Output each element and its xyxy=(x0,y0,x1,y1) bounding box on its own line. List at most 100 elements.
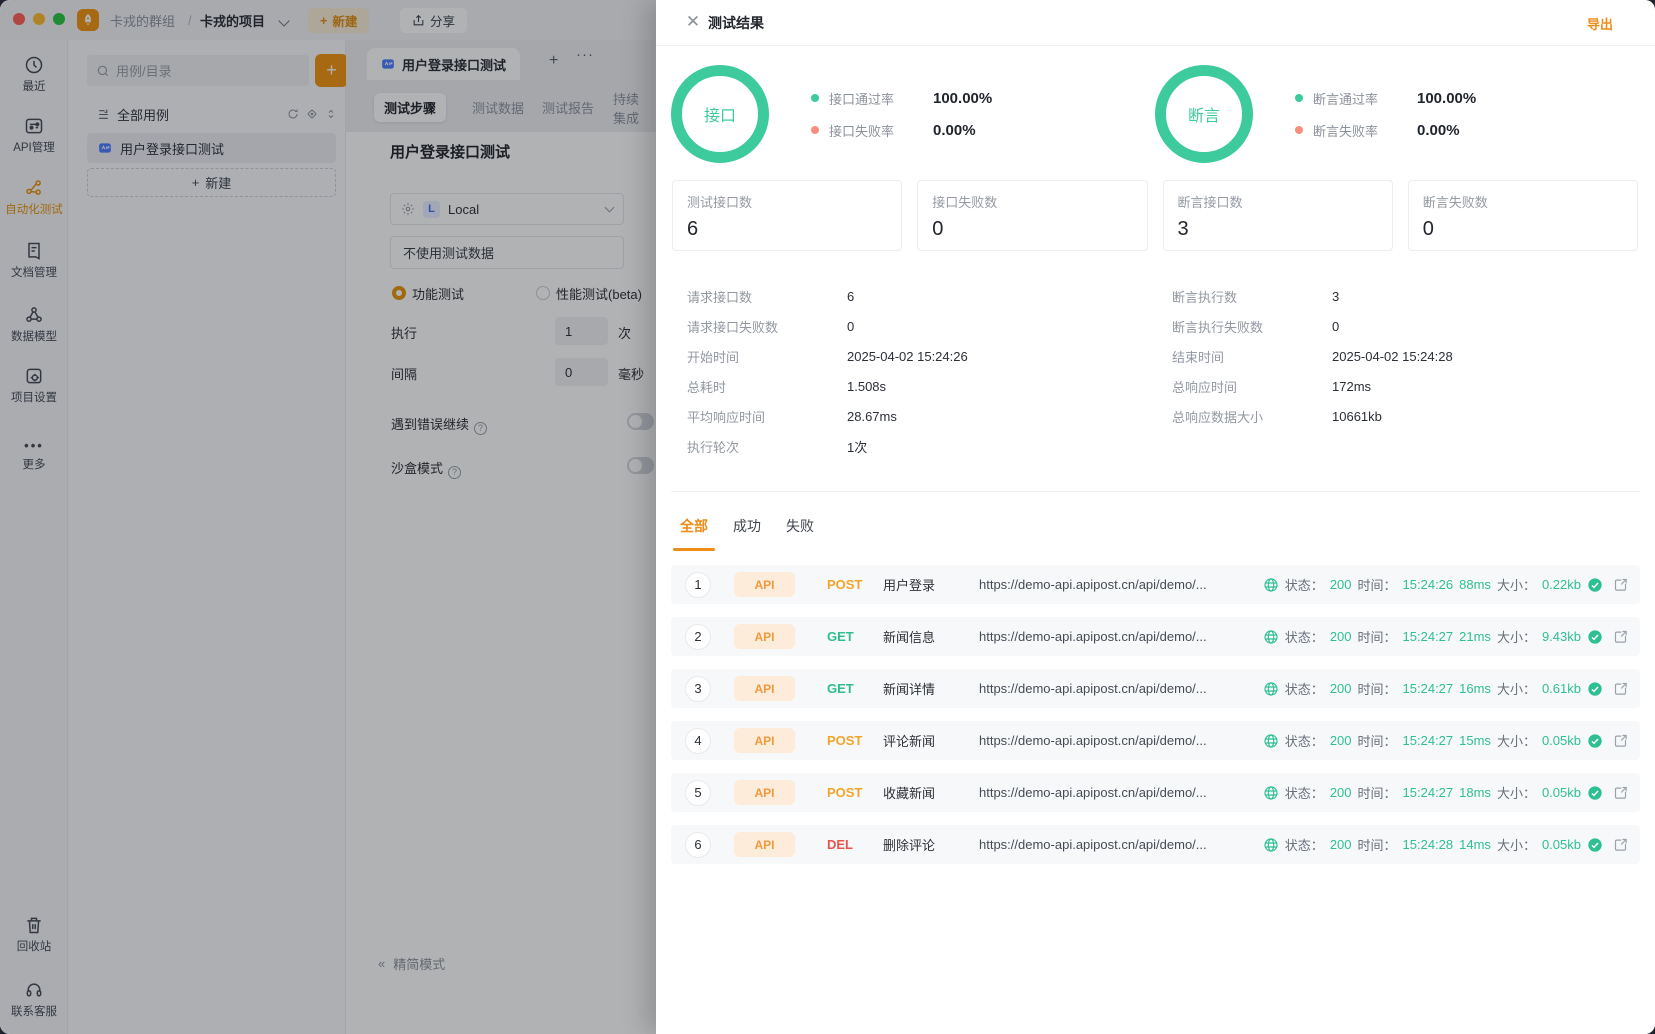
request-duration: 21ms xyxy=(1459,629,1491,644)
request-duration: 18ms xyxy=(1459,785,1491,800)
http-method: POST xyxy=(827,785,863,800)
stat-card: 断言失败数 0 xyxy=(1407,180,1638,251)
api-url: https://demo-api.apipost.cn/api/demo/... xyxy=(979,629,1207,644)
api-badge: API xyxy=(734,676,795,701)
http-method: GET xyxy=(827,629,854,644)
api-badge: API xyxy=(734,728,795,753)
api-url: https://demo-api.apipost.cn/api/demo/... xyxy=(979,733,1207,748)
request-time: 15:24:28 xyxy=(1402,837,1454,852)
api-gauge-legend: 接口通过率 100.00% 接口失败率 0.00% xyxy=(811,82,992,146)
row-index: 3 xyxy=(685,675,711,702)
divider xyxy=(671,491,1640,492)
assert-gauge: 断言 xyxy=(1155,65,1253,163)
api-name: 删除评论 xyxy=(883,838,936,853)
api-name: 用户登录 xyxy=(883,578,936,593)
check-circle-icon xyxy=(1588,733,1602,748)
request-duration: 88ms xyxy=(1459,577,1491,592)
response-size: 0.61kb xyxy=(1541,681,1581,696)
open-report-icon[interactable] xyxy=(1613,629,1628,644)
details-left-column: 请求接口数 6 请求接口失败数 0 开始时间 2025-04-02 15:24:… xyxy=(687,281,968,461)
row-index: 5 xyxy=(685,779,711,806)
open-report-icon[interactable] xyxy=(1613,577,1628,592)
api-gauge: 接口 xyxy=(671,65,769,163)
fail-dot-icon xyxy=(811,126,819,134)
stat-card: 断言接口数 3 xyxy=(1162,180,1393,251)
detail-row: 总耗时 1.508s xyxy=(687,378,887,395)
result-row[interactable]: 5 API POST 收藏新闻 https://demo-api.apipost… xyxy=(671,773,1640,812)
request-duration: 14ms xyxy=(1459,837,1491,852)
status-code: 200 xyxy=(1329,837,1352,852)
app-background: 卡戎的群组 / 卡戎的项目 + 新建 分享 最近 API管理 自动化测试 文档管… xyxy=(0,0,656,1034)
row-index: 6 xyxy=(685,831,711,858)
fail-dot-icon xyxy=(1295,126,1303,134)
api-url: https://demo-api.apipost.cn/api/demo/... xyxy=(979,785,1207,800)
request-time: 15:24:27 xyxy=(1402,785,1454,800)
tab-success[interactable]: 成功 xyxy=(733,516,761,536)
response-size: 0.05kb xyxy=(1541,785,1581,800)
request-duration: 15ms xyxy=(1459,733,1491,748)
modal-title: 测试结果 xyxy=(708,15,764,31)
api-name: 新闻信息 xyxy=(883,630,936,645)
export-button[interactable]: 导出 xyxy=(1587,0,1613,46)
detail-row: 请求接口数 6 xyxy=(687,288,855,305)
api-url: https://demo-api.apipost.cn/api/demo/... xyxy=(979,577,1207,592)
modal-backdrop[interactable] xyxy=(0,0,656,1034)
api-name: 评论新闻 xyxy=(883,734,936,749)
api-badge: API xyxy=(734,832,795,857)
http-method: GET xyxy=(827,681,854,696)
status-code: 200 xyxy=(1329,681,1352,696)
detail-row: 总响应数据大小 10661kb xyxy=(1172,408,1382,425)
stat-card: 测试接口数 6 xyxy=(672,180,903,251)
test-result-modal: ✕ 测试结果 导出 接口 接口通过率 100.00% 接口失败率 0.00% 断… xyxy=(656,0,1655,1034)
open-report-icon[interactable] xyxy=(1613,785,1628,800)
detail-row: 请求接口失败数 0 xyxy=(687,318,855,335)
row-index: 2 xyxy=(685,623,711,650)
result-row[interactable]: 3 API GET 新闻详情 https://demo-api.apipost.… xyxy=(671,669,1640,708)
close-icon[interactable]: ✕ xyxy=(684,13,702,31)
result-rows: 1 API POST 用户登录 https://demo-api.apipost… xyxy=(671,565,1640,877)
open-report-icon[interactable] xyxy=(1613,837,1628,852)
details-right-column: 断言执行数 3 断言执行失败数 0 结束时间 2025-04-02 15:24:… xyxy=(1172,281,1453,431)
api-badge: API xyxy=(734,624,795,649)
check-circle-icon xyxy=(1588,681,1602,696)
stat-card: 接口失败数 0 xyxy=(917,180,1148,251)
row-index: 1 xyxy=(685,571,711,598)
check-circle-icon xyxy=(1588,577,1602,592)
check-circle-icon xyxy=(1588,785,1602,800)
status-code: 200 xyxy=(1329,577,1352,592)
status-code: 200 xyxy=(1329,629,1352,644)
request-time: 15:24:27 xyxy=(1402,681,1454,696)
globe-icon xyxy=(1264,681,1278,696)
result-filter-tabs: 全部 成功 失败 xyxy=(680,516,814,536)
open-report-icon[interactable] xyxy=(1613,733,1628,748)
api-name: 新闻详情 xyxy=(883,682,936,697)
detail-row: 断言执行数 3 xyxy=(1172,288,1340,305)
http-method: POST xyxy=(827,577,863,592)
detail-row: 断言执行失败数 0 xyxy=(1172,318,1340,335)
open-report-icon[interactable] xyxy=(1613,681,1628,696)
detail-row: 开始时间 2025-04-02 15:24:26 xyxy=(687,348,968,365)
result-row[interactable]: 6 API DEL 删除评论 https://demo-api.apipost.… xyxy=(671,825,1640,864)
request-time: 15:24:27 xyxy=(1402,733,1454,748)
assert-gauge-legend: 断言通过率 100.00% 断言失败率 0.00% xyxy=(1295,82,1476,146)
request-duration: 16ms xyxy=(1459,681,1491,696)
request-time: 15:24:27 xyxy=(1402,629,1454,644)
active-tab-underline xyxy=(673,548,715,551)
globe-icon xyxy=(1264,837,1278,852)
globe-icon xyxy=(1264,733,1278,748)
pass-dot-icon xyxy=(1295,94,1303,102)
detail-row: 结束时间 2025-04-02 15:24:28 xyxy=(1172,348,1453,365)
app-window: 卡戎的群组 / 卡戎的项目 + 新建 分享 最近 API管理 自动化测试 文档管… xyxy=(0,0,1655,1034)
tab-failed[interactable]: 失败 xyxy=(786,516,814,536)
status-code: 200 xyxy=(1329,733,1352,748)
result-row[interactable]: 1 API POST 用户登录 https://demo-api.apipost… xyxy=(671,565,1640,604)
response-size: 9.43kb xyxy=(1541,629,1581,644)
tab-all[interactable]: 全部 xyxy=(680,516,708,536)
pass-dot-icon xyxy=(811,94,819,102)
api-name: 收藏新闻 xyxy=(883,786,936,801)
request-time: 15:24:26 xyxy=(1402,577,1454,592)
row-index: 4 xyxy=(685,727,711,754)
result-row[interactable]: 2 API GET 新闻信息 https://demo-api.apipost.… xyxy=(671,617,1640,656)
result-row[interactable]: 4 API POST 评论新闻 https://demo-api.apipost… xyxy=(671,721,1640,760)
globe-icon xyxy=(1264,577,1278,592)
